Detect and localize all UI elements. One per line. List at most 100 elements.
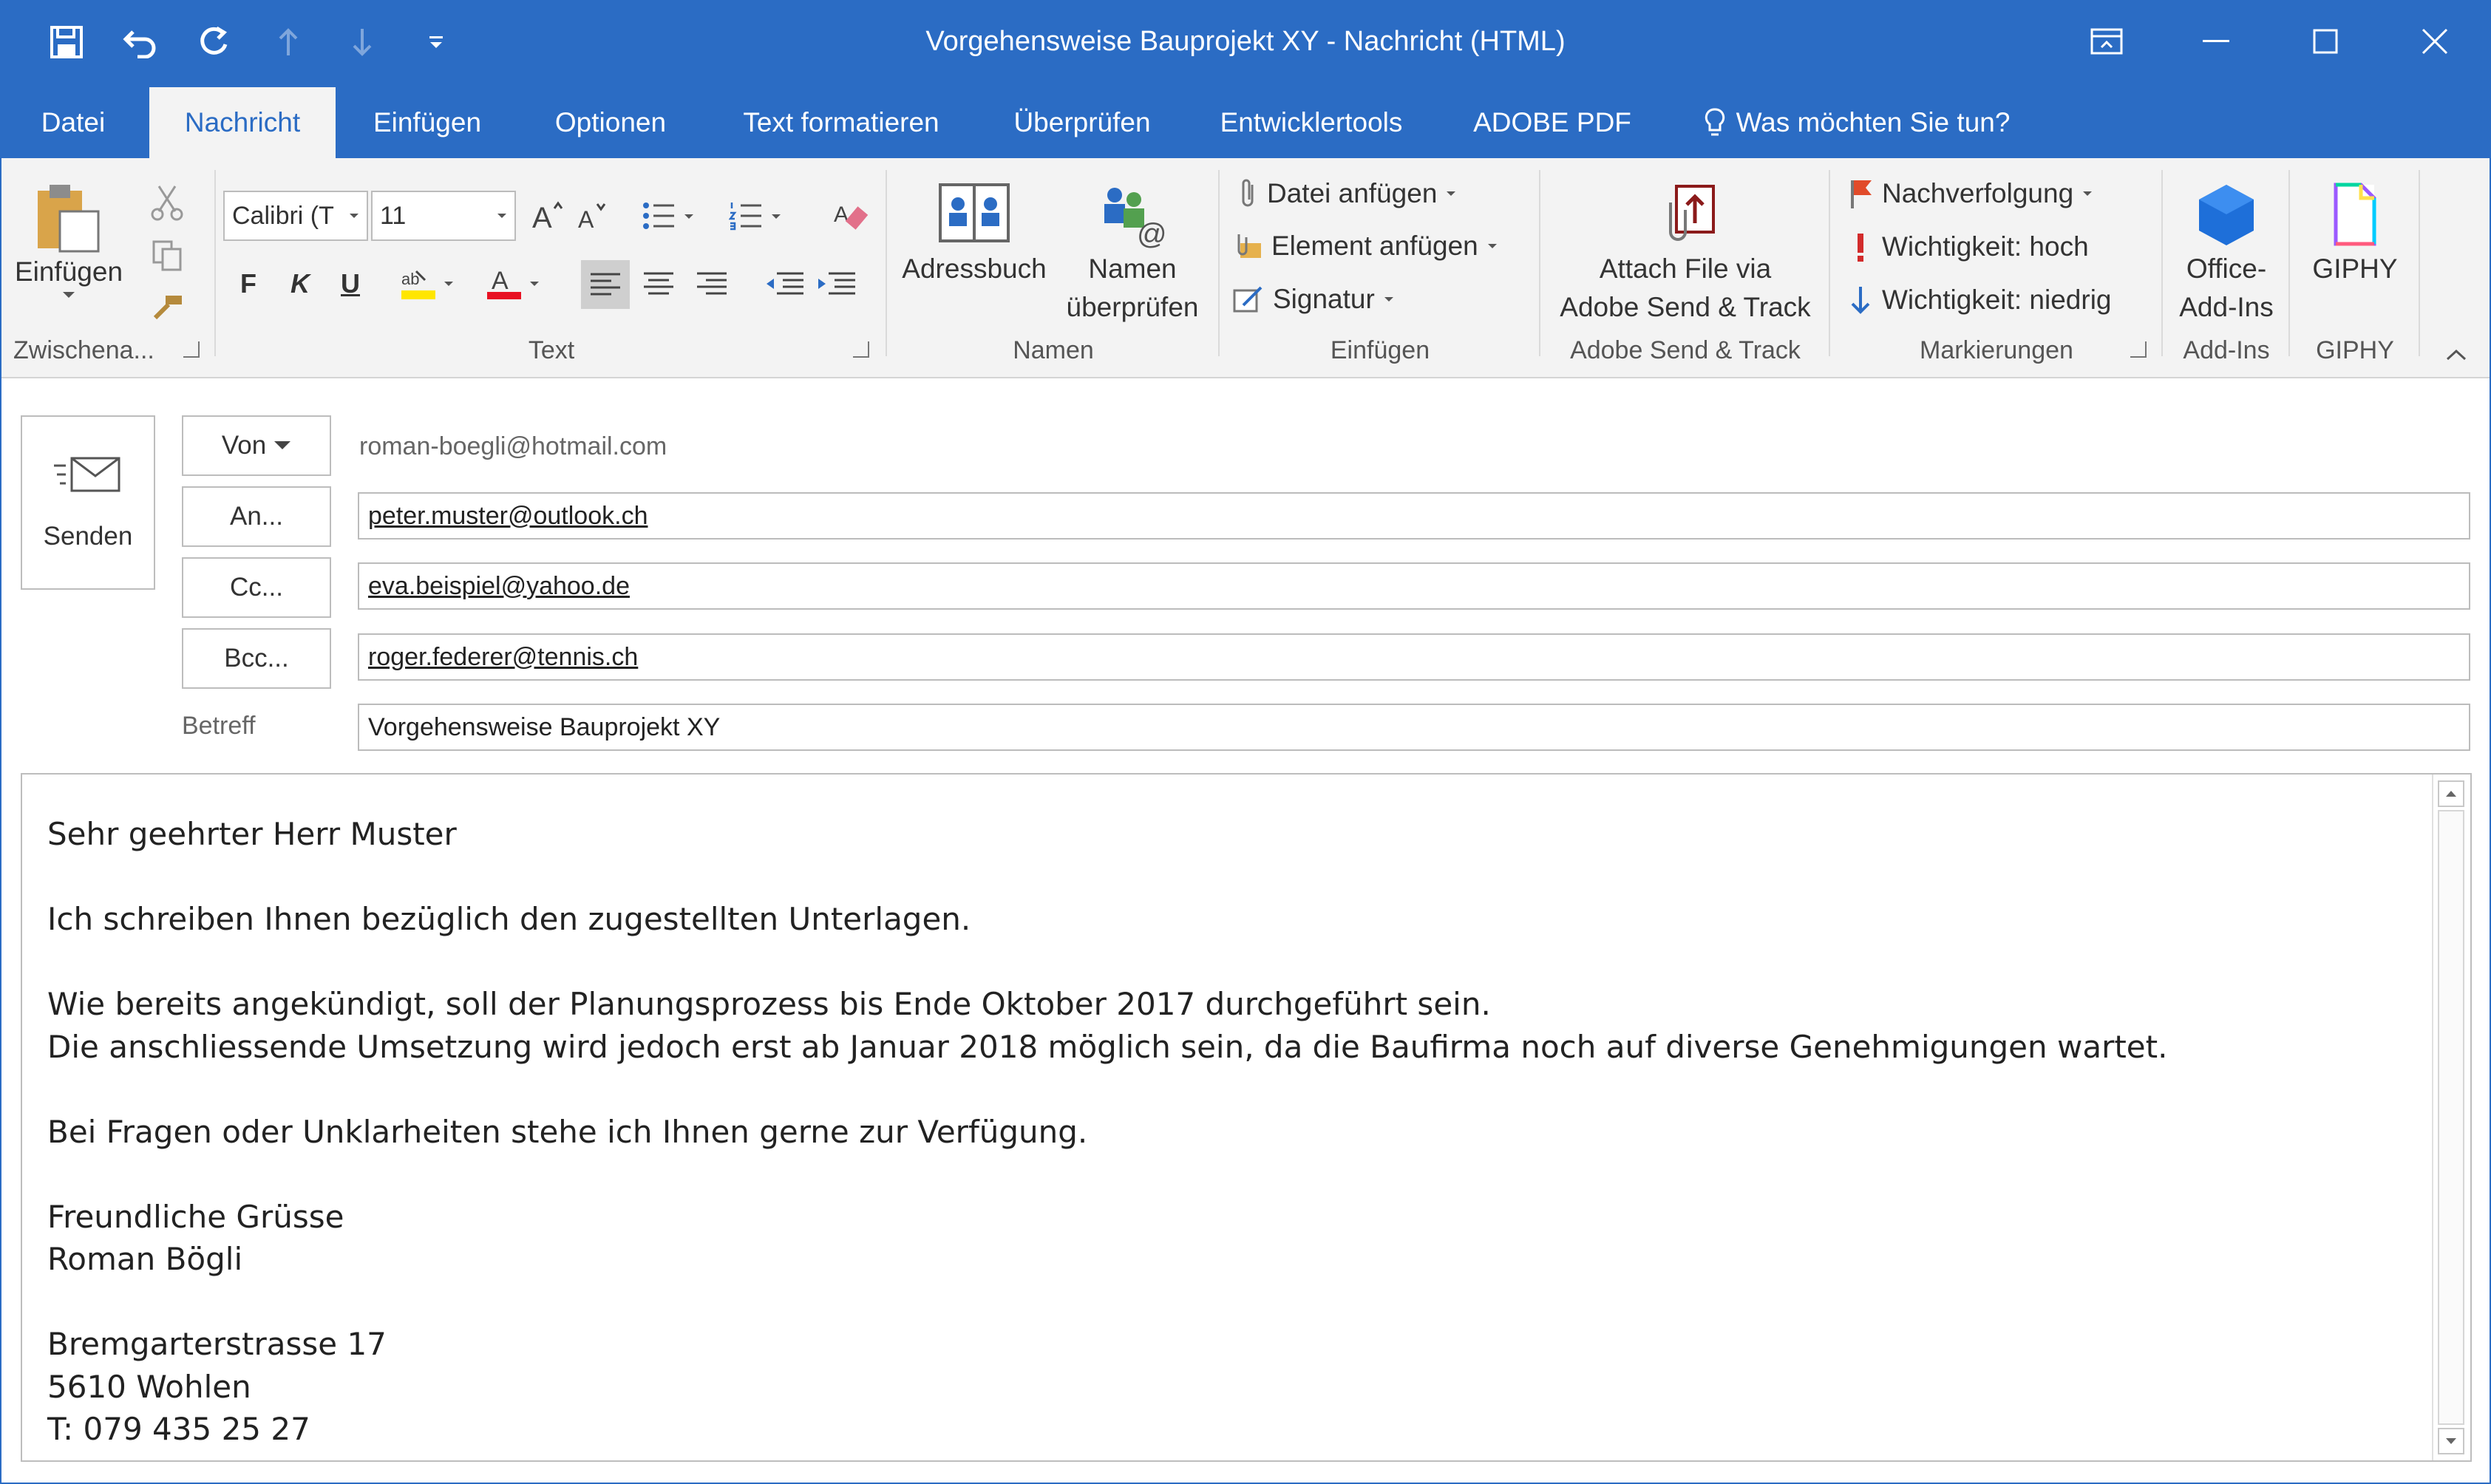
font-color-icon[interactable]: A xyxy=(485,262,544,306)
paste-button[interactable]: Einfügen xyxy=(13,180,124,299)
to-button[interactable]: An... xyxy=(182,486,331,547)
format-painter-icon[interactable] xyxy=(146,285,188,330)
bullets-icon[interactable] xyxy=(640,194,699,238)
send-button[interactable]: Senden xyxy=(21,415,155,590)
address-book-button[interactable]: Adressbuch xyxy=(899,180,1050,288)
ribbon-tab-bar: Datei Nachricht Einfügen Optionen Text f… xyxy=(1,81,2490,158)
clear-formatting-icon[interactable]: A xyxy=(831,194,872,238)
align-center-icon[interactable] xyxy=(636,262,682,306)
subject-field[interactable]: Vorgehensweise Bauprojekt XY xyxy=(358,704,2470,751)
paste-label: Einfügen xyxy=(14,256,123,287)
flag-icon xyxy=(1851,180,1872,208)
body-line: Wie bereits angekündigt, soll der Planun… xyxy=(47,986,1491,1022)
chevron-down-icon xyxy=(274,441,291,449)
message-body[interactable]: Sehr geehrter Herr Muster Ich schreiben … xyxy=(21,773,2472,1462)
numbering-icon[interactable] xyxy=(727,194,786,238)
chevron-down-icon xyxy=(63,292,75,298)
low-importance-label: Wichtigkeit: niedrig xyxy=(1882,285,2112,315)
quick-access-toolbar xyxy=(46,16,457,68)
attach-item-button[interactable]: Element anfügen xyxy=(1233,231,1498,262)
giphy-icon xyxy=(2334,183,2376,246)
high-importance-icon xyxy=(1858,234,1863,262)
redo-icon[interactable] xyxy=(194,20,235,64)
italic-button[interactable]: K xyxy=(279,262,321,306)
tab-optionen[interactable]: Optionen xyxy=(537,87,684,158)
bcc-button[interactable]: Bcc... xyxy=(182,628,331,689)
tab-datei[interactable]: Datei xyxy=(25,87,121,158)
vertical-scrollbar[interactable] xyxy=(2432,775,2470,1460)
low-importance-icon xyxy=(1851,287,1870,314)
subject-label: Betreff xyxy=(182,711,256,740)
collapse-ribbon-icon[interactable] xyxy=(2445,348,2467,365)
chevron-down-icon xyxy=(497,214,506,218)
up-arrow-icon[interactable] xyxy=(268,20,309,64)
undo-icon[interactable] xyxy=(120,20,161,64)
ribbon-display-icon[interactable] xyxy=(2052,1,2161,81)
scroll-down-icon[interactable] xyxy=(2438,1428,2464,1454)
align-left-icon[interactable] xyxy=(581,260,630,309)
svg-text:A: A xyxy=(578,206,594,232)
to-recipient[interactable]: peter.muster@outlook.ch xyxy=(368,502,648,531)
cc-recipient[interactable]: eva.beispiel@yahoo.de xyxy=(368,572,630,601)
maximize-icon[interactable] xyxy=(2271,1,2380,81)
check-names-button[interactable]: @ Namen überprüfen xyxy=(1058,180,1206,327)
attach-file-button[interactable]: Datei anfügen xyxy=(1237,177,1456,210)
tab-ueberpruefen[interactable]: Überprüfen xyxy=(998,87,1166,158)
tab-adobe-pdf[interactable]: ADOBE PDF xyxy=(1459,87,1645,158)
dialog-launcher-icon[interactable] xyxy=(853,341,869,358)
send-label: Senden xyxy=(43,522,133,551)
low-importance-button[interactable]: Wichtigkeit: niedrig xyxy=(1848,284,2112,316)
underline-button[interactable]: U xyxy=(330,262,371,306)
office-add-ins-button[interactable]: Office- Add-Ins xyxy=(2167,180,2286,327)
title-bar: Vorgehensweise Bauprojekt XY - Nachricht… xyxy=(1,1,2490,81)
cc-field[interactable]: eva.beispiel@yahoo.de xyxy=(358,562,2470,610)
save-icon[interactable] xyxy=(46,20,87,64)
tab-text-formatieren[interactable]: Text formatieren xyxy=(724,87,958,158)
customize-icon[interactable] xyxy=(415,20,457,64)
decrease-indent-icon[interactable] xyxy=(761,262,807,306)
from-button[interactable]: Von xyxy=(182,415,331,476)
svg-text:A: A xyxy=(492,267,509,295)
highlight-icon[interactable]: ab xyxy=(399,262,458,306)
body-line: 5610 Wohlen xyxy=(47,1368,251,1405)
to-field[interactable]: peter.muster@outlook.ch xyxy=(358,492,2470,540)
down-arrow-icon[interactable] xyxy=(341,20,383,64)
giphy-button[interactable]: GIPHY xyxy=(2296,180,2414,288)
minimize-icon[interactable] xyxy=(2161,1,2271,81)
dialog-launcher-icon[interactable] xyxy=(183,341,200,358)
subject-value: Vorgehensweise Bauprojekt XY xyxy=(368,712,721,741)
svg-text:@: @ xyxy=(1137,218,1167,250)
close-icon[interactable] xyxy=(2380,1,2490,81)
signature-button[interactable]: Signatur xyxy=(1233,284,1394,315)
group-separator xyxy=(1218,170,1220,356)
shrink-font-icon[interactable]: A xyxy=(571,194,612,238)
group-label-text: Text xyxy=(528,336,575,364)
scroll-thumb[interactable] xyxy=(2438,810,2464,1425)
dialog-launcher-icon[interactable] xyxy=(2130,341,2147,358)
tab-entwicklertools[interactable]: Entwicklertools xyxy=(1208,87,1415,158)
group-separator xyxy=(2161,170,2163,356)
clipboard-icon xyxy=(38,185,100,253)
follow-up-button[interactable]: Nachverfolgung xyxy=(1848,177,2093,210)
cut-icon[interactable] xyxy=(146,180,188,225)
tab-nachricht[interactable]: Nachricht xyxy=(149,87,336,158)
scroll-up-icon[interactable] xyxy=(2438,780,2464,807)
tell-me-box[interactable]: Was möchten Sie tun? xyxy=(1687,87,2027,158)
grow-font-icon[interactable]: A xyxy=(526,194,568,238)
bold-button[interactable]: F xyxy=(228,262,269,306)
high-importance-button[interactable]: Wichtigkeit: hoch xyxy=(1848,231,2089,263)
tab-einfuegen[interactable]: Einfügen xyxy=(359,87,495,158)
cc-button[interactable]: Cc... xyxy=(182,557,331,618)
body-line: Roman Bögli xyxy=(47,1241,243,1277)
increase-indent-icon[interactable] xyxy=(813,262,859,306)
bcc-recipient[interactable]: roger.federer@tennis.ch xyxy=(368,643,638,672)
message-body-text[interactable]: Sehr geehrter Herr Muster Ich schreiben … xyxy=(47,813,2167,1451)
font-name-select[interactable]: Calibri (T xyxy=(223,191,368,241)
attach-file-adobe-button[interactable]: Attach File via Adobe Send & Track xyxy=(1549,180,1821,327)
from-button-label: Von xyxy=(221,431,267,460)
align-right-icon[interactable] xyxy=(689,262,735,306)
font-size-select[interactable]: 11 xyxy=(371,191,516,241)
chevron-down-icon xyxy=(1384,297,1393,302)
bcc-field[interactable]: roger.federer@tennis.ch xyxy=(358,633,2470,681)
copy-icon[interactable] xyxy=(146,234,188,278)
